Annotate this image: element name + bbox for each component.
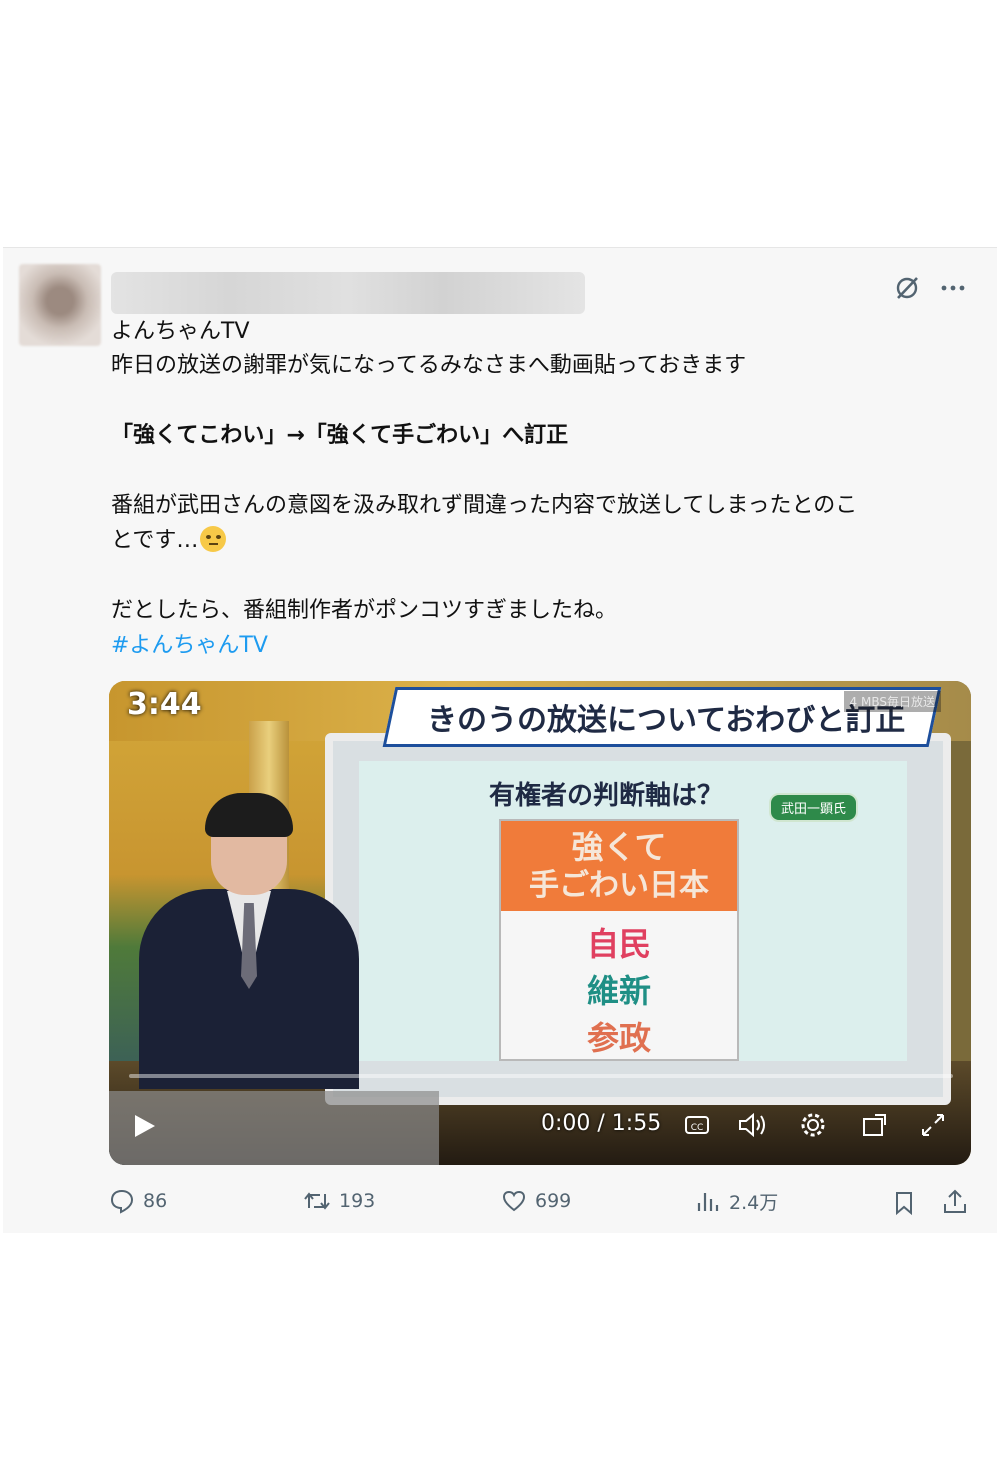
party-2: 維新 (586, 972, 651, 1010)
volume-icon[interactable] (737, 1111, 769, 1143)
tweet-top-actions (893, 274, 967, 302)
display-name[interactable]: よんちゃんTV (111, 314, 250, 349)
share-icon[interactable] (941, 1188, 969, 1220)
headline-text: きのうの放送についておわびと訂正 (427, 703, 906, 738)
like-icon (502, 1190, 526, 1212)
reply-count: 86 (143, 1190, 168, 1212)
hashtag-link[interactable]: #よんちゃんTV (111, 628, 268, 663)
party-3: 参政 (586, 1019, 651, 1057)
channel-logo: 4 MBS毎日放送 (843, 691, 941, 712)
post-text-line-2: 「強くてこわい」→「強くて手ごわい」へ訂正 (111, 423, 569, 448)
repost-button[interactable]: 193 (303, 1188, 375, 1214)
reply-icon (110, 1189, 134, 1214)
views-button[interactable]: 2.4万 (695, 1188, 778, 1215)
broadcast-clock: 3:44 (127, 687, 202, 722)
svg-text:CC: CC (691, 1123, 704, 1133)
repost-count: 193 (339, 1190, 376, 1212)
board-header: 強くて 手ごわい日本 (501, 821, 737, 911)
topic-board: 強くて 手ごわい日本 自民 維新 参政 (499, 819, 739, 1061)
play-icon[interactable] (131, 1113, 157, 1143)
repost-icon (304, 1192, 330, 1210)
avatar[interactable] (19, 264, 101, 346)
views-icon (697, 1192, 719, 1211)
like-button[interactable]: 699 (501, 1188, 571, 1214)
video-time: 0:00 / 1:55 (541, 1111, 662, 1136)
tweet-actions: 86 193 699 2.4万 (3, 1178, 997, 1228)
party-1: 自民 (586, 925, 651, 963)
like-count: 699 (535, 1190, 572, 1212)
more-icon[interactable] (939, 274, 967, 302)
post-text-line-4: とです… (111, 523, 227, 558)
blurred-username (111, 272, 585, 314)
cc-icon[interactable]: CC (683, 1111, 711, 1143)
board-line-1: 強くて (571, 828, 667, 866)
post-text-line-3: 番組が武田さんの意図を汲み取れず間違った内容で放送してしまったとのこ (111, 493, 858, 518)
settings-icon[interactable] (799, 1111, 827, 1143)
rolling-eyes-emoji-icon (200, 526, 227, 552)
video-progress-bar[interactable] (129, 1074, 953, 1078)
grok-icon[interactable] (893, 274, 921, 302)
board-question: 有権者の判断軸は？ (489, 781, 724, 811)
bookmark-icon[interactable] (891, 1190, 917, 1220)
speaker-tag: 武田一顕氏 (769, 793, 859, 822)
post-text-line-5: だとしたら、番組制作者がポンコツすぎましたね。 (111, 598, 618, 623)
tweet-card: よんちゃんTV 昨日の放送の謝罪が気になってるみなさまへ動画貼っておきます 「強… (3, 247, 997, 1233)
reply-button[interactable]: 86 (109, 1188, 167, 1214)
news-anchor (139, 793, 359, 1089)
post-text-line-4-text: とです… (111, 528, 199, 553)
views-count: 2.4万 (729, 1192, 779, 1214)
video-player[interactable]: きのうの放送についておわびと訂正 4 MBS毎日放送 3:44 有権者の判断軸は… (109, 681, 971, 1165)
board-line-2: 手ごわい日本 (529, 868, 709, 903)
anchor-hair (205, 793, 293, 837)
pip-icon[interactable] (861, 1111, 889, 1143)
post-text-line-1: 昨日の放送の謝罪が気になってるみなさまへ動画貼っておきます (111, 353, 747, 378)
video-controls: 0:00 / 1:55 CC (109, 1101, 971, 1151)
fullscreen-icon[interactable] (919, 1111, 947, 1143)
